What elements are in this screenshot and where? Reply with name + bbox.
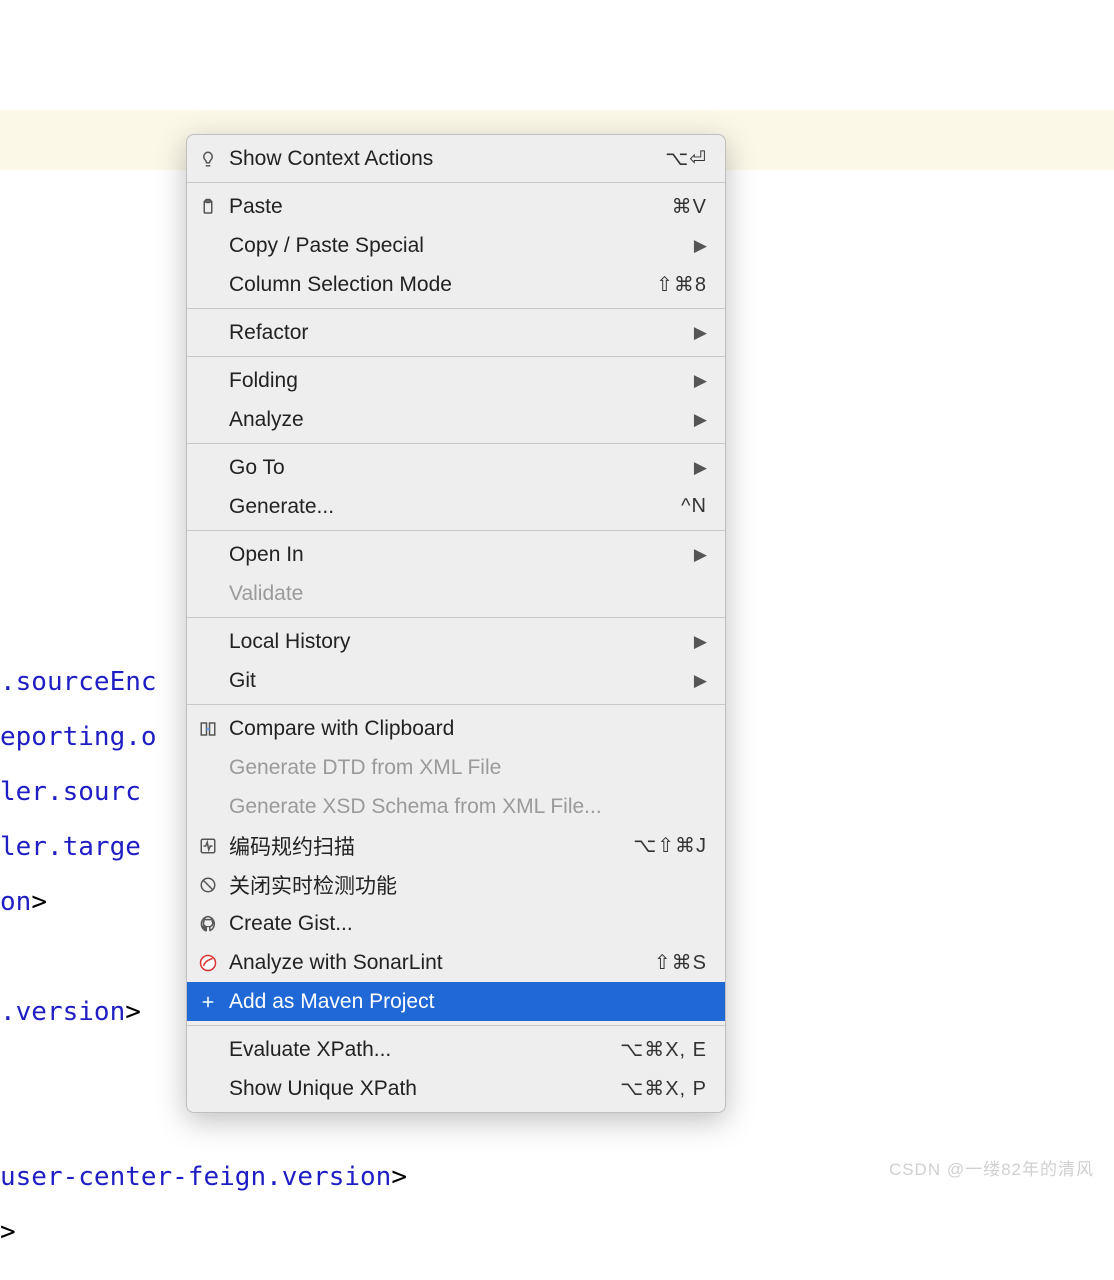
menu-item-paste[interactable]: Paste ⌘V [187, 187, 725, 226]
menu-separator [187, 704, 725, 705]
pulse-icon [197, 835, 219, 857]
menu-item-[interactable]: 编码规约扫描 ⌥⇧⌘J [187, 826, 725, 865]
ban-icon [197, 874, 219, 896]
menu-separator [187, 356, 725, 357]
chevron-right-icon: ▶ [694, 671, 707, 691]
menu-item-refactor[interactable]: Refactor ▶ [187, 313, 725, 352]
icon-slot [197, 544, 219, 566]
menu-item-copy-paste-special[interactable]: Copy / Paste Special ▶ [187, 226, 725, 265]
menu-separator [187, 617, 725, 618]
menu-separator [187, 443, 725, 444]
menu-item-show-unique-xpath[interactable]: Show Unique XPath ⌥⌘X, P [187, 1069, 725, 1108]
menu-item-label: Evaluate XPath... [229, 1038, 610, 1062]
menu-item-folding[interactable]: Folding ▶ [187, 361, 725, 400]
menu-item-label: Validate [229, 582, 707, 606]
icon-slot [197, 322, 219, 344]
menu-item-label: 关闭实时检测功能 [229, 870, 707, 900]
menu-item-label: Add as Maven Project [229, 990, 707, 1014]
menu-item-label: Create Gist... [229, 912, 707, 936]
icon-slot [197, 796, 219, 818]
icon-slot [197, 1078, 219, 1100]
menu-item-label: 编码规约扫描 [229, 831, 623, 861]
menu-item-generate[interactable]: Generate... ^N [187, 487, 725, 526]
menu-separator [187, 530, 725, 531]
compare-icon [197, 718, 219, 740]
menu-item-label: Folding [229, 369, 684, 393]
menu-item-column-selection-mode[interactable]: Column Selection Mode ⇧⌘8 [187, 265, 725, 304]
chevron-right-icon: ▶ [694, 371, 707, 391]
menu-item-evaluate-xpath[interactable]: Evaluate XPath... ⌥⌘X, E [187, 1030, 725, 1069]
menu-item-label: Show Unique XPath [229, 1077, 610, 1101]
icon-slot [197, 235, 219, 257]
chevron-right-icon: ▶ [694, 236, 707, 256]
chevron-right-icon: ▶ [694, 545, 707, 565]
menu-item-label: Git [229, 669, 684, 693]
icon-slot [197, 274, 219, 296]
menu-item-[interactable]: 关闭实时检测功能 [187, 865, 725, 904]
menu-separator [187, 182, 725, 183]
clipboard-icon [197, 196, 219, 218]
menu-item-label: Generate XSD Schema from XML File... [229, 795, 707, 819]
menu-item-validate: Validate [187, 574, 725, 613]
menu-item-show-context-actions[interactable]: Show Context Actions ⌥⏎ [187, 139, 725, 178]
menu-item-go-to[interactable]: Go To ▶ [187, 448, 725, 487]
chevron-right-icon: ▶ [694, 323, 707, 343]
menu-item-generate-dtd-from-xml-file: Generate DTD from XML File [187, 748, 725, 787]
sonar-icon [197, 952, 219, 974]
chevron-right-icon: ▶ [694, 458, 707, 478]
icon-slot [197, 1039, 219, 1061]
menu-shortcut: ⌥⌘X, E [620, 1037, 707, 1062]
menu-item-label: Copy / Paste Special [229, 234, 684, 258]
icon-slot [197, 370, 219, 392]
icon-slot [197, 757, 219, 779]
menu-item-label: Analyze [229, 408, 684, 432]
icon-slot [197, 631, 219, 653]
menu-shortcut: ⇧⌘S [654, 950, 707, 975]
menu-item-label: Generate... [229, 495, 671, 519]
menu-item-label: Go To [229, 456, 684, 480]
menu-item-local-history[interactable]: Local History ▶ [187, 622, 725, 661]
icon-slot [197, 583, 219, 605]
menu-separator [187, 308, 725, 309]
bulb-icon [197, 148, 219, 170]
menu-shortcut: ⇧⌘8 [656, 272, 707, 297]
github-icon [197, 913, 219, 935]
plus-icon [197, 991, 219, 1013]
menu-item-open-in[interactable]: Open In ▶ [187, 535, 725, 574]
menu-shortcut: ⌥⏎ [665, 146, 707, 171]
menu-item-label: Open In [229, 543, 684, 567]
icon-slot [197, 496, 219, 518]
menu-item-label: Generate DTD from XML File [229, 756, 707, 780]
menu-item-add-as-maven-project[interactable]: Add as Maven Project [187, 982, 725, 1021]
menu-item-label: Paste [229, 195, 662, 219]
chevron-right-icon: ▶ [694, 410, 707, 430]
menu-shortcut: ⌥⌘X, P [620, 1076, 707, 1101]
menu-item-analyze[interactable]: Analyze ▶ [187, 400, 725, 439]
watermark: CSDN @一缕82年的清风 [889, 1155, 1094, 1180]
menu-shortcut: ⌘V [672, 194, 707, 219]
menu-item-label: Show Context Actions [229, 147, 655, 171]
icon-slot [197, 409, 219, 431]
menu-item-label: Local History [229, 630, 684, 654]
menu-shortcut: ⌥⇧⌘J [633, 833, 707, 858]
menu-shortcut: ^N [681, 495, 707, 518]
icon-slot [197, 457, 219, 479]
menu-item-create-gist[interactable]: Create Gist... [187, 904, 725, 943]
menu-item-compare-with-clipboard[interactable]: Compare with Clipboard [187, 709, 725, 748]
menu-item-analyze-with-sonarlint[interactable]: Analyze with SonarLint ⇧⌘S [187, 943, 725, 982]
menu-item-label: Analyze with SonarLint [229, 951, 644, 975]
menu-item-label: Refactor [229, 321, 684, 345]
icon-slot [197, 670, 219, 692]
menu-item-generate-xsd-schema-from-xml-file: Generate XSD Schema from XML File... [187, 787, 725, 826]
menu-item-label: Compare with Clipboard [229, 717, 707, 741]
chevron-right-icon: ▶ [694, 632, 707, 652]
menu-separator [187, 1025, 725, 1026]
context-menu: Show Context Actions ⌥⏎Paste ⌘V Copy / Past… [186, 134, 726, 1113]
menu-item-git[interactable]: Git ▶ [187, 661, 725, 700]
menu-item-label: Column Selection Mode [229, 273, 646, 297]
